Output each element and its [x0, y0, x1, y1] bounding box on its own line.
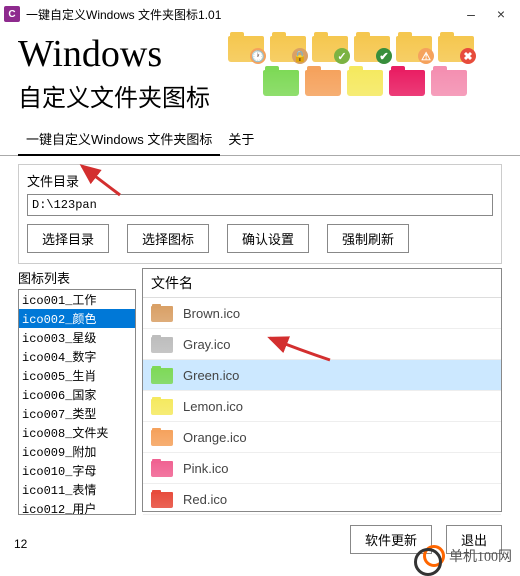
force-refresh-button[interactable]: 强制刷新: [327, 224, 409, 253]
icon-list[interactable]: ico001_工作ico002_颜色ico003_星级ico004_数字ico0…: [18, 289, 136, 515]
file-list-header: 文件名: [143, 269, 501, 298]
file-row[interactable]: Pink.ico: [143, 453, 501, 484]
tab-bar: 一键自定义Windows 文件夹图标 关于: [0, 125, 520, 156]
folder-badge-icon: ✔: [376, 48, 392, 64]
icon-list-item[interactable]: ico011_表情: [19, 480, 135, 499]
folder-icon: [151, 397, 173, 415]
icon-list-item[interactable]: ico009_附加: [19, 442, 135, 461]
app-icon: C: [4, 6, 20, 22]
folder-icon: [151, 335, 173, 353]
folder-icon: 🔒: [270, 32, 306, 62]
header-title-1: Windows: [18, 32, 228, 76]
directory-label: 文件目录: [27, 171, 79, 190]
folder-icon: [305, 66, 341, 96]
directory-input[interactable]: [27, 194, 493, 216]
icon-list-item[interactable]: ico012_用户: [19, 499, 135, 515]
minimize-button[interactable]: –: [456, 2, 486, 26]
icon-list-item[interactable]: ico010_字母: [19, 461, 135, 480]
folder-icon: ✔: [354, 32, 390, 62]
folder-badge-icon: ✖: [460, 48, 476, 64]
header: Windows 自定义文件夹图标 🕐 🔒 ✓ ✔ ⚠ ✖: [0, 28, 520, 121]
icon-list-item[interactable]: ico001_工作: [19, 290, 135, 309]
folder-badge-icon: ⚠: [418, 48, 434, 64]
folder-icon: [151, 366, 173, 384]
file-panel: 文件名 Brown.ico Gray.ico Green.ico Lemon.ico O…: [142, 268, 502, 512]
tab-about[interactable]: 关于: [220, 125, 262, 155]
select-icon-button[interactable]: 选择图标: [127, 224, 209, 253]
file-name: Red.ico: [183, 492, 227, 507]
header-icon-grid: 🕐 🔒 ✓ ✔ ⚠ ✖: [228, 32, 502, 113]
folder-icon: [431, 66, 467, 96]
folder-icon: [151, 459, 173, 477]
folder-badge-icon: 🔒: [292, 48, 308, 64]
file-list[interactable]: Brown.ico Gray.ico Green.ico Lemon.ico Orang…: [143, 298, 501, 516]
icon-list-item[interactable]: ico004_数字: [19, 347, 135, 366]
file-name: Green.ico: [183, 368, 239, 383]
folder-icon: [347, 66, 383, 96]
status-text: 12: [14, 537, 27, 551]
file-name: Gray.ico: [183, 337, 230, 352]
folder-icon: 🕐: [228, 32, 264, 62]
select-directory-button[interactable]: 选择目录: [27, 224, 109, 253]
watermark-text: 单机100网: [449, 546, 512, 566]
folder-badge-icon: ✓: [334, 48, 350, 64]
close-button[interactable]: ×: [486, 2, 516, 26]
folder-icon: ✓: [312, 32, 348, 62]
file-row[interactable]: Red.ico: [143, 484, 501, 515]
folder-icon: [151, 304, 173, 322]
header-title-2: 自定义文件夹图标: [18, 78, 228, 113]
directory-panel: 文件目录 选择目录 选择图标 确认设置 强制刷新: [18, 164, 502, 264]
folder-icon: ⚠: [396, 32, 432, 62]
icon-list-item[interactable]: ico002_颜色: [19, 309, 135, 328]
file-name: Orange.ico: [183, 430, 247, 445]
folder-icon: [263, 66, 299, 96]
icon-list-item[interactable]: ico005_生肖: [19, 366, 135, 385]
folder-icon: ✖: [438, 32, 474, 62]
folder-badge-icon: 🕐: [250, 48, 266, 64]
window-title: 一键自定义Windows 文件夹图标1.01: [26, 6, 456, 23]
file-name: Lemon.ico: [183, 399, 243, 414]
icon-list-label: 图标列表: [18, 268, 136, 287]
file-row[interactable]: Orange.ico: [143, 422, 501, 453]
file-name: Pink.ico: [183, 461, 229, 476]
file-name: Brown.ico: [183, 306, 240, 321]
watermark-logo-icon: [423, 545, 445, 567]
folder-icon: [389, 66, 425, 96]
file-row[interactable]: Brown.ico: [143, 298, 501, 329]
confirm-button[interactable]: 确认设置: [227, 224, 309, 253]
file-row[interactable]: Gray.ico: [143, 329, 501, 360]
watermark: 单机100网: [423, 545, 512, 567]
icon-list-item[interactable]: ico007_类型: [19, 404, 135, 423]
icon-list-item[interactable]: ico006_国家: [19, 385, 135, 404]
folder-icon: [151, 490, 173, 508]
folder-icon: [151, 428, 173, 446]
file-row[interactable]: Lemon.ico: [143, 391, 501, 422]
titlebar: C 一键自定义Windows 文件夹图标1.01 – ×: [0, 0, 520, 28]
icon-list-item[interactable]: ico008_文件夹: [19, 423, 135, 442]
file-row[interactable]: Green.ico: [143, 360, 501, 391]
tab-main[interactable]: 一键自定义Windows 文件夹图标: [18, 125, 220, 156]
icon-list-item[interactable]: ico003_星级: [19, 328, 135, 347]
